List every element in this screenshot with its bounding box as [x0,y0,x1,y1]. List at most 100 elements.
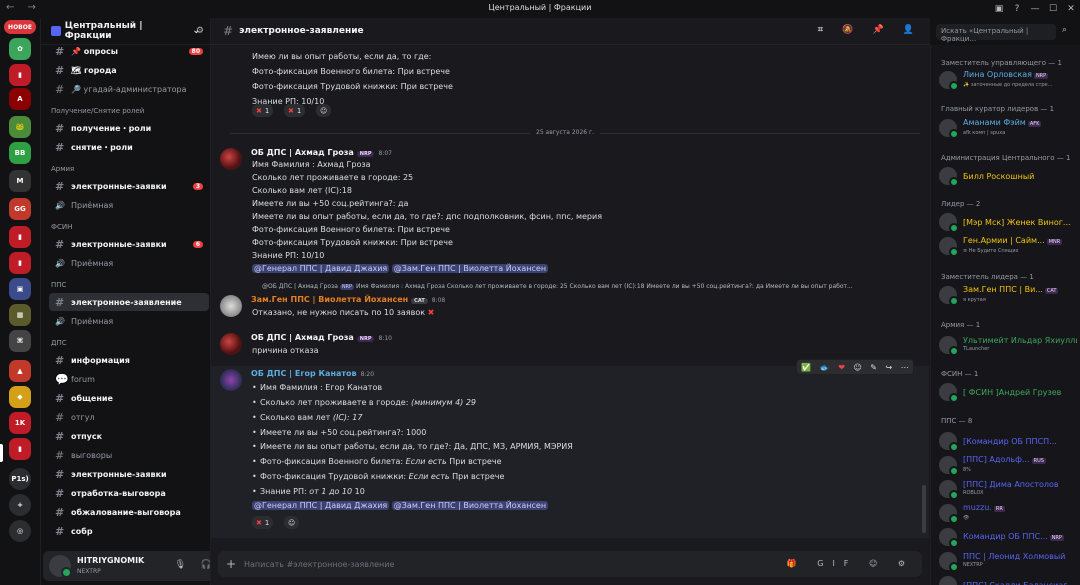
channel-item[interactable]: # информация [49,351,209,369]
channel-item[interactable]: # 🗺 города [49,61,209,79]
member-item[interactable]: Билл Роскошный [939,165,1077,187]
channel-item[interactable]: # обжалование-выговора [49,503,209,521]
member-item[interactable]: Аманами Фэйм AFK afk комп | spuxa [939,117,1077,139]
member-item[interactable]: [ППС] Дима Апостолов ROBLOX [939,478,1077,500]
channel-category[interactable]: Армия [51,165,74,173]
attach-icon[interactable]: + [218,557,244,571]
server-icon[interactable]: A [9,88,31,110]
channel-item[interactable]: # электронные-заявки 3 [49,177,209,195]
server-icon[interactable]: 🐸 [9,116,31,138]
server-icon[interactable]: ▲ [9,360,31,382]
toolbar-action-icon[interactable]: ✎ [870,363,877,372]
toolbar-action-icon[interactable]: ✅ [801,363,811,372]
channel-item[interactable]: 🔊 Приёмная [49,196,209,214]
server-icon[interactable]: + [9,494,31,516]
reply-reference[interactable]: @ОБ ДПС | Ахмад Гроза NRP Имя Фамилия : … [262,283,912,290]
server-icon[interactable]: ◆ [9,386,31,408]
channel-item[interactable]: # получение・роли [49,119,209,137]
toolbar-action-icon[interactable]: ⋯ [901,363,909,372]
maximize-button[interactable]: ☐ [1044,0,1062,18]
message-input[interactable]: Написать #электронное-заявление [244,560,394,569]
avatar[interactable] [220,333,242,355]
message-author[interactable]: ОБ ДПС | Ахмад Гроза NRP 8:07 [251,148,392,157]
member-item[interactable]: muzzu. RR 👁 [939,502,1077,524]
channel-item[interactable]: # собр [49,522,209,540]
inbox-icon[interactable]: ▣ [990,0,1008,18]
toolbar-action-icon[interactable]: ❤ [838,363,845,372]
server-icon[interactable]: НОВОЕ [4,20,36,34]
server-icon[interactable]: BB [9,142,31,164]
message-author[interactable]: ОБ ДПС | Ахмад Гроза NRP 8:10 [251,333,392,342]
server-icon[interactable]: GG [9,198,31,220]
channel-item[interactable]: # электронные-заявки [49,465,209,483]
channel-category[interactable]: ДПС [51,339,67,347]
close-button[interactable]: ✕ [1062,0,1080,18]
member-item[interactable]: [ППС] Скадли Балансиаг... [939,574,1077,585]
channel-item[interactable]: # электронные-заявки 6 [49,235,209,253]
search-input[interactable]: Искать «Центральный | Фракци… [936,24,1056,43]
guild-header[interactable]: Центральный | Фракции ⌄ ⚙ [41,18,210,45]
scrollbar[interactable] [922,485,926,533]
toolbar-action-icon[interactable]: ☺ [853,363,861,372]
user-mention[interactable]: @Генерал ППС | Давид Джахия [252,501,390,510]
user-mention[interactable]: @Генерал ППС | Давид Джахия [252,264,390,273]
channel-item[interactable]: # общение [49,389,209,407]
help-icon[interactable]: ? [1008,0,1026,18]
minimize-button[interactable]: — [1026,0,1044,18]
server-icon[interactable]: ▣ [9,278,31,300]
add-reaction-button[interactable]: ☺ [316,104,332,117]
toolbar-action-icon[interactable]: ↪ [886,363,893,372]
channel-category[interactable]: ФСИН [51,223,72,231]
member-item[interactable]: [Мэр Мск] Женек Виног... [939,211,1077,233]
member-item[interactable]: [ППС] Адольф... RUS 8% [939,454,1077,476]
server-icon[interactable]: ⌘ [9,330,31,352]
avatar[interactable] [220,369,242,391]
server-icon[interactable]: ▮ [9,252,31,274]
avatar[interactable] [49,555,72,578]
channel-item[interactable]: # отгул [49,408,209,426]
reaction[interactable]: ✖ 1 [252,516,274,529]
invite-icon[interactable]: ⚙ [196,26,204,36]
member-item[interactable]: Ген.Армии | Сайм... MNR ≡ Не Будите Спящих [939,235,1077,257]
avatar[interactable] [220,295,242,317]
server-icon[interactable]: P1s) [9,468,31,490]
server-icon[interactable]: 1K [9,412,31,434]
channel-item[interactable]: 🔊 Приёмная [49,312,209,330]
server-icon[interactable]: ✿ [9,38,31,60]
member-item[interactable]: [ ФСИН ]Андрей Грузев [939,381,1077,403]
member-item[interactable]: Командир ОБ ППС... NRP [939,526,1077,548]
header-tools-icons[interactable]: ⌗ 🔕 📌 👤 [818,25,922,35]
member-item[interactable]: Зам.Ген ППС | Ви... CAT я крутая [939,284,1077,306]
channel-item[interactable]: # электронное-заявление [49,293,209,311]
channel-item[interactable]: # отпуск [49,427,209,445]
add-reaction-button[interactable]: ☺ [284,516,300,529]
channel-item[interactable]: 💬 forum [49,370,209,388]
server-icon[interactable]: ◎ [9,520,31,542]
member-item[interactable]: Лина Орловская NRP ✨ заточенные до предела… [939,69,1077,91]
channel-item[interactable]: # отработка-выговора [49,484,209,502]
member-item[interactable]: Ультимейт Ильдар Яхиуллин TLauncher [939,334,1077,356]
toolbar-action-icon[interactable]: 🐟 [820,363,830,372]
composer-tools-icons[interactable]: 🎁 GIF ☺ ⚙ [787,559,914,568]
channel-category[interactable]: Получение/Снятие ролей [51,107,144,115]
reaction[interactable]: ✖ 1 [252,104,274,117]
server-icon[interactable]: ▮ [9,226,31,248]
message-composer[interactable]: + Написать #электронное-заявление 🎁 GIF … [218,551,922,577]
channel-category[interactable]: ППС [51,281,66,289]
message-author[interactable]: Зам.Ген ППС | Виолетта Йохансен CAT 8:08 [251,295,445,304]
member-item[interactable]: [Командир ОБ ППСП... [939,430,1077,452]
channel-item[interactable]: 🔊 Приёмная [49,254,209,272]
server-icon[interactable]: М [9,170,31,192]
reaction[interactable]: ✖ 1 [284,104,306,117]
server-icon[interactable]: ▮ [9,438,31,460]
server-icon[interactable]: ▮ [9,64,31,86]
user-mention[interactable]: @Зам.Ген ППС | Виолетта Йохансен [391,501,549,510]
server-icon[interactable]: ▦ [9,304,31,326]
channel-item[interactable]: # выговоры [49,446,209,464]
avatar[interactable] [220,148,242,170]
message-author[interactable]: ОБ ДПС | Егор Канатов 8:20 [251,369,374,378]
channel-item[interactable]: # 📌 опросы 80 [49,42,209,60]
member-item[interactable]: ППС | Леонид Холмовый NEXTRP [939,550,1077,572]
channel-item[interactable]: # снятие・роли [49,138,209,156]
inbox-icon[interactable]: ⌕ [1062,25,1067,35]
